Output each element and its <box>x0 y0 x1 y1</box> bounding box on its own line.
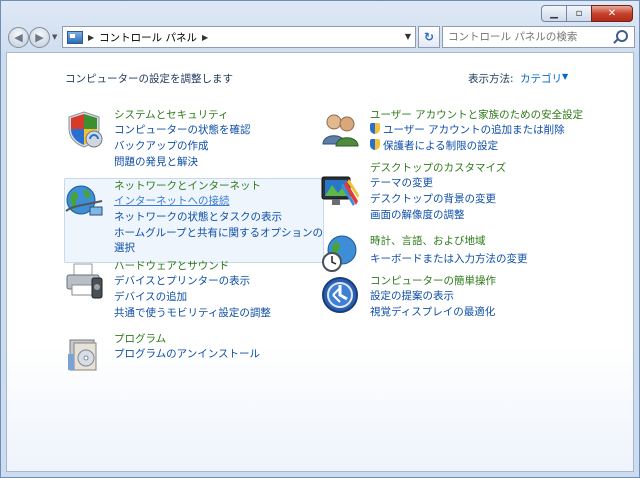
task-link[interactable]: インターネットへの接続 <box>114 194 323 210</box>
category-programs: プログラム プログラムのアンインストール <box>114 332 260 363</box>
category-heading[interactable]: 時計、言語、および地域 <box>370 234 528 249</box>
task-link[interactable]: テーマの変更 <box>370 176 506 192</box>
breadcrumb-separator-icon[interactable]: ▶ <box>88 33 94 42</box>
network-globe-icon <box>65 185 103 216</box>
display-icon <box>321 176 359 206</box>
task-link[interactable]: 選択 <box>114 241 323 257</box>
task-link[interactable]: デスクトップの背景の変更 <box>370 192 506 208</box>
ease-of-access-icon <box>322 277 358 313</box>
category-heading[interactable]: ネットワークとインターネット <box>114 179 323 194</box>
task-link[interactable]: デバイスとプリンターの表示 <box>114 274 271 290</box>
maximize-button[interactable]: ▫ <box>566 5 592 22</box>
category-user-accounts: ユーザー アカウントと家族のための安全設定 ユーザー アカウントの追加または削除… <box>370 108 583 155</box>
category-heading[interactable]: デスクトップのカスタマイズ <box>370 161 506 176</box>
chevron-down-icon[interactable]: ▼ <box>562 72 568 81</box>
refresh-button[interactable]: ↻ <box>418 26 440 48</box>
users-icon <box>322 114 359 147</box>
task-link[interactable]: バックアップの作成 <box>114 139 251 155</box>
task-link[interactable]: ネットワークの状態とタスクの表示 <box>114 210 323 226</box>
search-input[interactable] <box>448 28 613 46</box>
minimize-icon: ▁ <box>550 8 558 19</box>
category-clock-region: 時計、言語、および地域 キーボードまたは入力方法の変更 <box>370 234 528 268</box>
programs-box-icon <box>68 339 97 371</box>
search-box[interactable] <box>442 26 635 48</box>
task-link[interactable]: 保護者による制限の設定 <box>370 138 583 155</box>
address-dropdown-icon[interactable]: ▼ <box>405 32 411 41</box>
category-heading[interactable]: コンピューターの簡単操作 <box>370 274 496 289</box>
task-link[interactable]: プログラムのアンインストール <box>114 347 260 363</box>
minimize-button[interactable]: ▁ <box>541 5 567 22</box>
breadcrumb-control-panel[interactable]: コントロール パネル <box>99 30 197 45</box>
category-heading[interactable]: ユーザー アカウントと家族のための安全設定 <box>370 108 583 123</box>
task-link[interactable]: 共通で使うモビリティ設定の調整 <box>114 306 271 322</box>
viewby-label: 表示方法: <box>468 73 514 85</box>
category-ease-of-access: コンピューターの簡単操作 設定の提案の表示 視覚ディスプレイの最適化 <box>370 274 496 321</box>
viewby-dropdown[interactable]: カテゴリ <box>520 71 562 86</box>
control-panel-icon <box>67 30 83 44</box>
category-heading[interactable]: ハードウェアとサウンド <box>114 259 271 274</box>
breadcrumb-separator-icon[interactable]: ▶ <box>202 33 208 42</box>
category-heading[interactable]: プログラム <box>114 332 260 347</box>
shield-icon <box>68 111 103 148</box>
category-hardware-sound: ハードウェアとサウンド デバイスとプリンターの表示 デバイスの追加 共通で使うモ… <box>114 259 271 321</box>
task-link-label: 保護者による制限の設定 <box>383 139 499 152</box>
uac-shield-icon <box>370 123 380 134</box>
task-link[interactable]: コンピューターの状態を確認 <box>114 123 251 139</box>
task-link-label: ユーザー アカウントの追加または削除 <box>383 124 565 136</box>
category-system-security: システムとセキュリティ コンピューターの状態を確認 バックアップの作成 問題の発… <box>114 108 251 170</box>
back-arrow-icon: ◀ <box>14 31 23 44</box>
refresh-icon: ↻ <box>423 30 435 44</box>
task-link[interactable]: ホームグループと共有に関するオプションの <box>114 226 323 242</box>
clock-globe-icon <box>322 235 357 272</box>
task-link[interactable]: ユーザー アカウントの追加または削除 <box>370 123 583 139</box>
caption-buttons: ▁ ▫ ✕ <box>541 5 633 22</box>
category-network-internet: ネットワークとインターネット インターネットへの接続 ネットワークの状態とタスク… <box>114 179 323 257</box>
search-icon[interactable] <box>616 30 628 42</box>
task-link[interactable]: キーボードまたは入力方法の変更 <box>370 252 528 268</box>
category-appearance: デスクトップのカスタマイズ テーマの変更 デスクトップの背景の変更 画面の解像度… <box>370 161 506 223</box>
forward-arrow-icon: ▶ <box>35 31 44 44</box>
address-bar[interactable]: ▶ コントロール パネル ▶ ▼ <box>62 26 416 48</box>
close-icon: ✕ <box>607 8 617 19</box>
task-link[interactable]: 設定の提案の表示 <box>370 289 496 305</box>
task-link[interactable]: 問題の発見と解決 <box>114 155 251 171</box>
history-dropdown-icon[interactable]: ▼ <box>52 33 57 41</box>
forward-button[interactable]: ▶ <box>29 27 50 48</box>
task-link[interactable]: 視覚ディスプレイの最適化 <box>370 305 496 321</box>
content-pane: コンピューターの設定を調整します 表示方法: カテゴリ ▼ システムとセキュリテ… <box>6 52 634 472</box>
page-title: コンピューターの設定を調整します <box>65 73 233 85</box>
task-link[interactable]: 画面の解像度の調整 <box>370 208 506 224</box>
control-panel-window: ▁ ▫ ✕ ◀ ▶ ▼ ▶ コントロール パネル ▶ ▼ ↻ コンピューターの設… <box>0 0 640 478</box>
back-button[interactable]: ◀ <box>8 27 29 48</box>
maximize-icon: ▫ <box>575 8 583 19</box>
navigation-bar: ◀ ▶ ▼ ▶ コントロール パネル ▶ ▼ ↻ <box>6 26 635 48</box>
category-heading[interactable]: システムとセキュリティ <box>114 108 251 123</box>
close-button[interactable]: ✕ <box>591 5 633 22</box>
uac-shield-icon <box>370 138 380 150</box>
printer-icon <box>66 263 103 299</box>
task-link[interactable]: デバイスの追加 <box>114 290 271 306</box>
